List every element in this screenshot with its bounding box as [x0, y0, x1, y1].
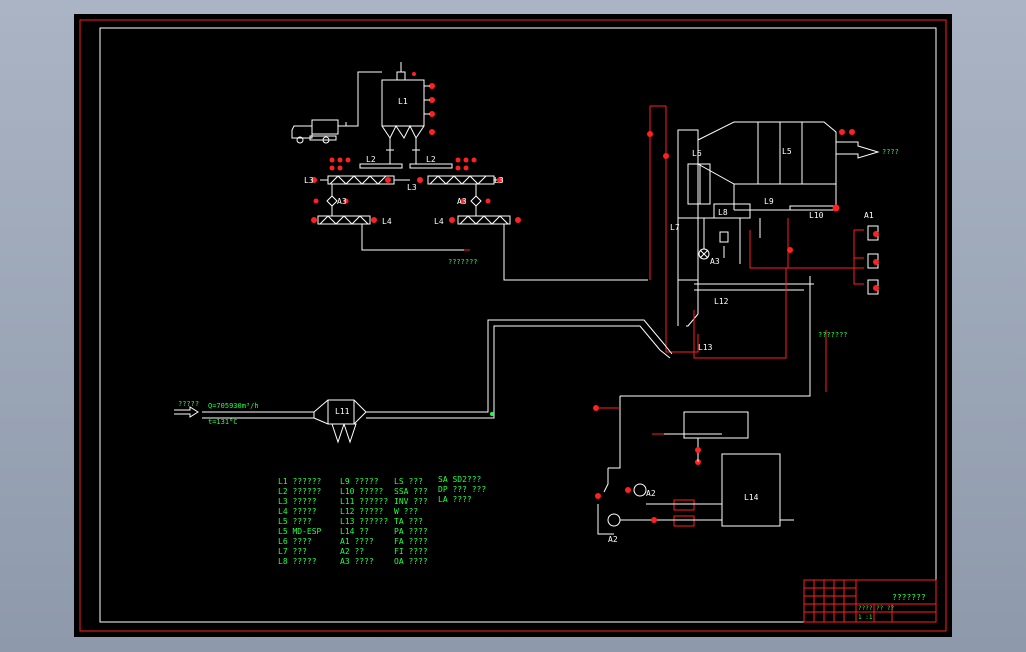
- label-l8: L8: [718, 208, 728, 217]
- legend-col3-4: TA ???: [394, 517, 423, 526]
- label-flow: Q=705930m³/h: [208, 402, 259, 410]
- label-l4b: L4: [434, 217, 444, 226]
- drawing-sheet: L1 L2 L2 L3 L3 L3 A3 A3 L4 L4 ??????? L5…: [74, 14, 952, 637]
- legend-col3-6: FA ????: [394, 537, 428, 546]
- title-block-cell-0: ????: [858, 605, 873, 612]
- label-a2a: A2: [646, 489, 656, 498]
- label-inlet: ?????: [178, 400, 199, 408]
- label-l11: L11: [335, 407, 350, 416]
- legend-col2-8: A3 ????: [340, 557, 374, 566]
- label-a1: A1: [864, 211, 874, 220]
- label-l9: L9: [764, 197, 774, 206]
- title-block-name: ???????: [892, 593, 926, 602]
- legend-col2-6: A1 ????: [340, 537, 374, 546]
- label-l2b: L2: [426, 155, 436, 164]
- legend-col2-7: A2 ??: [340, 547, 364, 556]
- legend-col1-0: L1 ??????: [278, 477, 322, 486]
- label-l3b: L3: [407, 183, 417, 192]
- legend-col3-3: W ???: [394, 507, 418, 516]
- label-l14: L14: [744, 493, 759, 502]
- legend-col2-2: L11 ??????: [340, 497, 388, 506]
- legend-col4-0: SA SD2???: [438, 475, 482, 484]
- legend-col3-8: OA ????: [394, 557, 428, 566]
- legend-col2-1: L10 ?????: [340, 487, 384, 496]
- label-l7: L7: [670, 223, 680, 232]
- label-l10: L10: [809, 211, 824, 220]
- label-l1: L1: [398, 97, 408, 106]
- label-l3c: L3: [494, 176, 504, 185]
- conveyors-left: [311, 154, 648, 281]
- label-a3b: A3: [457, 197, 467, 206]
- title-block: ??????? ???? ?? ?? 1 :1: [803, 579, 937, 623]
- legend-col3-2: INV ???: [394, 497, 428, 506]
- label-l4a: L4: [382, 217, 392, 226]
- label-outlet: ????: [882, 148, 899, 156]
- label-l5: L5: [782, 147, 792, 156]
- legend-col3-5: PA ????: [394, 527, 428, 536]
- truck: [291, 71, 382, 144]
- silo-l1: [381, 62, 435, 154]
- inner-frame: [99, 27, 937, 623]
- label-l6: L6: [692, 149, 702, 158]
- legend-col3-7: FI ????: [394, 547, 428, 556]
- title-block-cell-2: 1 :1: [858, 614, 873, 621]
- legend-col2-5: L14 ??: [340, 527, 369, 536]
- label-a3c: A3: [710, 257, 720, 266]
- label-a3a: A3: [337, 197, 347, 206]
- water-system: ???????: [593, 276, 848, 535]
- title-block-cell-1: ?? ??: [876, 605, 894, 612]
- legend-col1-2: L3 ?????: [278, 497, 317, 506]
- label-ash-out: ???????: [448, 258, 478, 266]
- legend-col1-7: L7 ???: [278, 547, 307, 556]
- process-flow-diagram: L1 L2 L2 L3 L3 L3 A3 A3 L4 L4 ??????? L5…: [79, 19, 947, 632]
- legend-col1-6: L6 ????: [278, 537, 312, 546]
- legend-col1-4: L5 ????: [278, 517, 312, 526]
- legend-col1-1: L2 ??????: [278, 487, 322, 496]
- label-l2a: L2: [366, 155, 376, 164]
- legend-col1-3: L4 ?????: [278, 507, 317, 516]
- legend-col3-1: SSA ???: [394, 487, 428, 496]
- label-l12: L12: [714, 297, 729, 306]
- a1-tanks: [814, 225, 879, 295]
- esp-l5: [697, 121, 880, 212]
- legend-col3-0: LS ???: [394, 477, 423, 486]
- label-l3a: L3: [304, 176, 314, 185]
- label-l13: L13: [698, 343, 713, 352]
- legend-col1-8: L8 ?????: [278, 557, 317, 566]
- label-a2b: A2: [608, 535, 618, 544]
- label-stack: ???????: [818, 331, 848, 339]
- legend-col4-1: DP ??? ???: [438, 485, 486, 494]
- legend-col2-3: L12 ?????: [340, 507, 384, 516]
- label-temp: t=131°C: [208, 418, 238, 426]
- legend-col1-5: L5 MD-ESP: [278, 527, 322, 536]
- legend-col2-0: L9 ?????: [340, 477, 379, 486]
- legend-col4-2: LA ????: [438, 495, 472, 504]
- legend: L1 ?????? L2 ?????? L3 ????? L4 ????? L5…: [278, 475, 486, 566]
- legend-col2-4: L13 ??????: [340, 517, 388, 526]
- absorber-tower: [647, 105, 864, 359]
